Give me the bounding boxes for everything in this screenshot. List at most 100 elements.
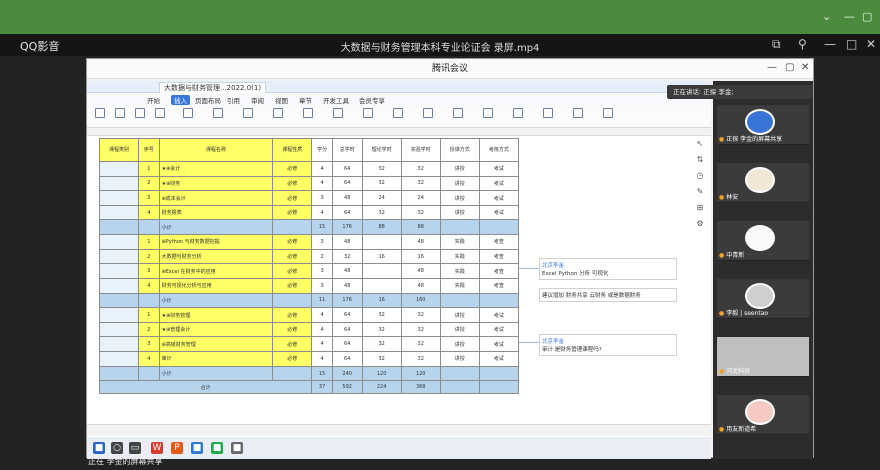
table-cell[interactable]: ★⊕管理会计	[158, 321, 274, 338]
table-cell[interactable]: 必修	[272, 204, 313, 221]
table-cell[interactable]	[361, 234, 402, 250]
table-cell[interactable]: 小计	[158, 219, 274, 236]
menu-item[interactable]: 章节	[299, 95, 312, 105]
table-cell[interactable]: 考查	[478, 248, 520, 265]
table-cell[interactable]: 讲授	[439, 307, 480, 323]
table-cell[interactable]: 4	[138, 204, 160, 221]
settings-icon[interactable]: ⚙	[695, 219, 705, 229]
table-cell[interactable]	[439, 365, 480, 382]
close-icon[interactable]: ✕	[866, 37, 876, 51]
table-cell[interactable]: 2	[138, 248, 160, 265]
table-cell[interactable]: 24	[400, 190, 441, 206]
participant-tile[interactable]: ● 林安	[717, 163, 809, 203]
table-cell[interactable]: 32	[400, 336, 441, 353]
table-cell[interactable]: 64	[331, 160, 363, 177]
table-cell[interactable]	[272, 292, 313, 309]
menu-item[interactable]: 视图	[275, 95, 288, 105]
table-cell[interactable]: 考查	[478, 277, 520, 294]
table-cell[interactable]: 2	[138, 321, 160, 338]
app-icon[interactable]: ■	[191, 442, 203, 454]
table-cell[interactable]: 考试	[478, 175, 520, 192]
format-painter-icon[interactable]	[95, 108, 105, 118]
minimize-icon[interactable]: —	[767, 62, 777, 73]
table-cell[interactable]: 实践	[439, 248, 480, 265]
table-cell[interactable]: 120	[361, 365, 402, 382]
table-cell[interactable]: 4	[311, 336, 333, 353]
table-cell[interactable]: 176	[331, 219, 363, 236]
table-cell[interactable]	[361, 263, 402, 279]
table-cell[interactable]: 大数据与财务分析	[158, 248, 274, 265]
table-cell[interactable]	[478, 219, 520, 236]
table-cell[interactable]: 48	[331, 263, 363, 279]
menu-item[interactable]: 会员专享	[359, 95, 385, 105]
table-cell[interactable]: 小计	[158, 365, 274, 382]
review-icon[interactable]	[543, 108, 553, 118]
app-icon[interactable]: P	[171, 442, 183, 454]
table-cell[interactable]: 讲授	[439, 321, 480, 338]
participant-tile[interactable]: ● 正探 李金的屏幕共享	[717, 105, 809, 145]
table-cell[interactable]: 4	[311, 160, 333, 177]
table-cell[interactable]: 1	[138, 307, 160, 323]
find-icon[interactable]	[393, 108, 403, 118]
minimize-icon[interactable]: —	[844, 10, 855, 23]
minimize-icon[interactable]: —	[824, 37, 836, 51]
menu-item[interactable]: 页面布局	[195, 95, 221, 105]
table-cell[interactable]: 16	[361, 292, 402, 309]
table-cell[interactable]	[272, 365, 313, 382]
table-cell[interactable]: 考查	[478, 263, 520, 279]
table-cell[interactable]: 讲授	[439, 204, 480, 221]
comment-card[interactable]: 北京李金 审计 是财务管理课程吗?	[539, 334, 677, 356]
close-icon[interactable]: ✕	[801, 62, 809, 73]
table-cell[interactable]: 64	[331, 321, 363, 338]
table-cell[interactable]: 小计	[158, 292, 274, 309]
table-cell[interactable]: 3	[138, 263, 160, 279]
field-icon[interactable]	[453, 108, 463, 118]
table-cell[interactable]: 48	[331, 277, 363, 294]
table-cell[interactable]: 实践	[439, 263, 480, 279]
table-cell[interactable]: 必修	[272, 263, 313, 279]
picture-icon[interactable]	[213, 108, 223, 118]
table-cell[interactable]: 64	[331, 351, 363, 367]
table-cell[interactable]: 2	[311, 248, 333, 265]
table-cell[interactable]: 考试	[478, 204, 520, 221]
screenshot-icon[interactable]: ⧉	[772, 37, 781, 52]
table-cell[interactable]: 讲授	[439, 336, 480, 353]
table-cell[interactable]: 考试	[478, 336, 520, 353]
table-cell[interactable]	[361, 277, 402, 294]
table-cell[interactable]: 15	[311, 365, 333, 382]
table-cell[interactable]: 88	[400, 219, 441, 236]
menu-item[interactable]: 开始	[147, 95, 160, 105]
table-cell[interactable]: 实践	[439, 234, 480, 250]
table-cell[interactable]: 4	[311, 204, 333, 221]
menu-item[interactable]: 开发工具	[323, 95, 349, 105]
table-cell[interactable]: 4	[138, 351, 160, 367]
table-cell[interactable]: 48	[400, 277, 441, 294]
table-cell[interactable]: 32	[331, 248, 363, 265]
table-cell[interactable]: ⊕成本会计	[158, 190, 274, 206]
table-cell[interactable]: 3	[138, 190, 160, 206]
table-cell[interactable]: 讲授	[439, 175, 480, 192]
table-cell[interactable]: 财务可视化分析与应用	[158, 277, 274, 294]
table-cell[interactable]: 64	[331, 204, 363, 221]
grid-icon[interactable]: ⊞	[695, 203, 705, 213]
table-cell[interactable]: 16	[361, 248, 402, 265]
table-cell[interactable]: 15	[311, 219, 333, 236]
shape-icon[interactable]	[243, 108, 253, 118]
chevron-down-icon[interactable]: ⌄	[822, 10, 831, 23]
table-cell[interactable]: 实践	[439, 277, 480, 294]
table-cell[interactable]: 32	[361, 321, 402, 338]
participant-tile[interactable]: ● 中青新	[717, 221, 809, 261]
start-icon[interactable]: ■	[93, 442, 105, 454]
document-tab[interactable]: 大数据与财务管理...2022.0(1)	[159, 82, 267, 93]
table-cell[interactable]: 考查	[478, 234, 520, 250]
text-icon[interactable]	[135, 108, 145, 118]
table-cell[interactable]: 120	[400, 365, 441, 382]
table-cell[interactable]: 4	[311, 351, 333, 367]
app-icon[interactable]: ■	[231, 442, 243, 454]
table-cell[interactable]	[439, 219, 480, 236]
table-cell[interactable]: 64	[331, 336, 363, 353]
app-icon[interactable]: ■	[211, 442, 223, 454]
comment-icon[interactable]	[303, 108, 313, 118]
symbol-icon[interactable]	[483, 108, 493, 118]
table-cell[interactable]: 160	[400, 292, 441, 309]
